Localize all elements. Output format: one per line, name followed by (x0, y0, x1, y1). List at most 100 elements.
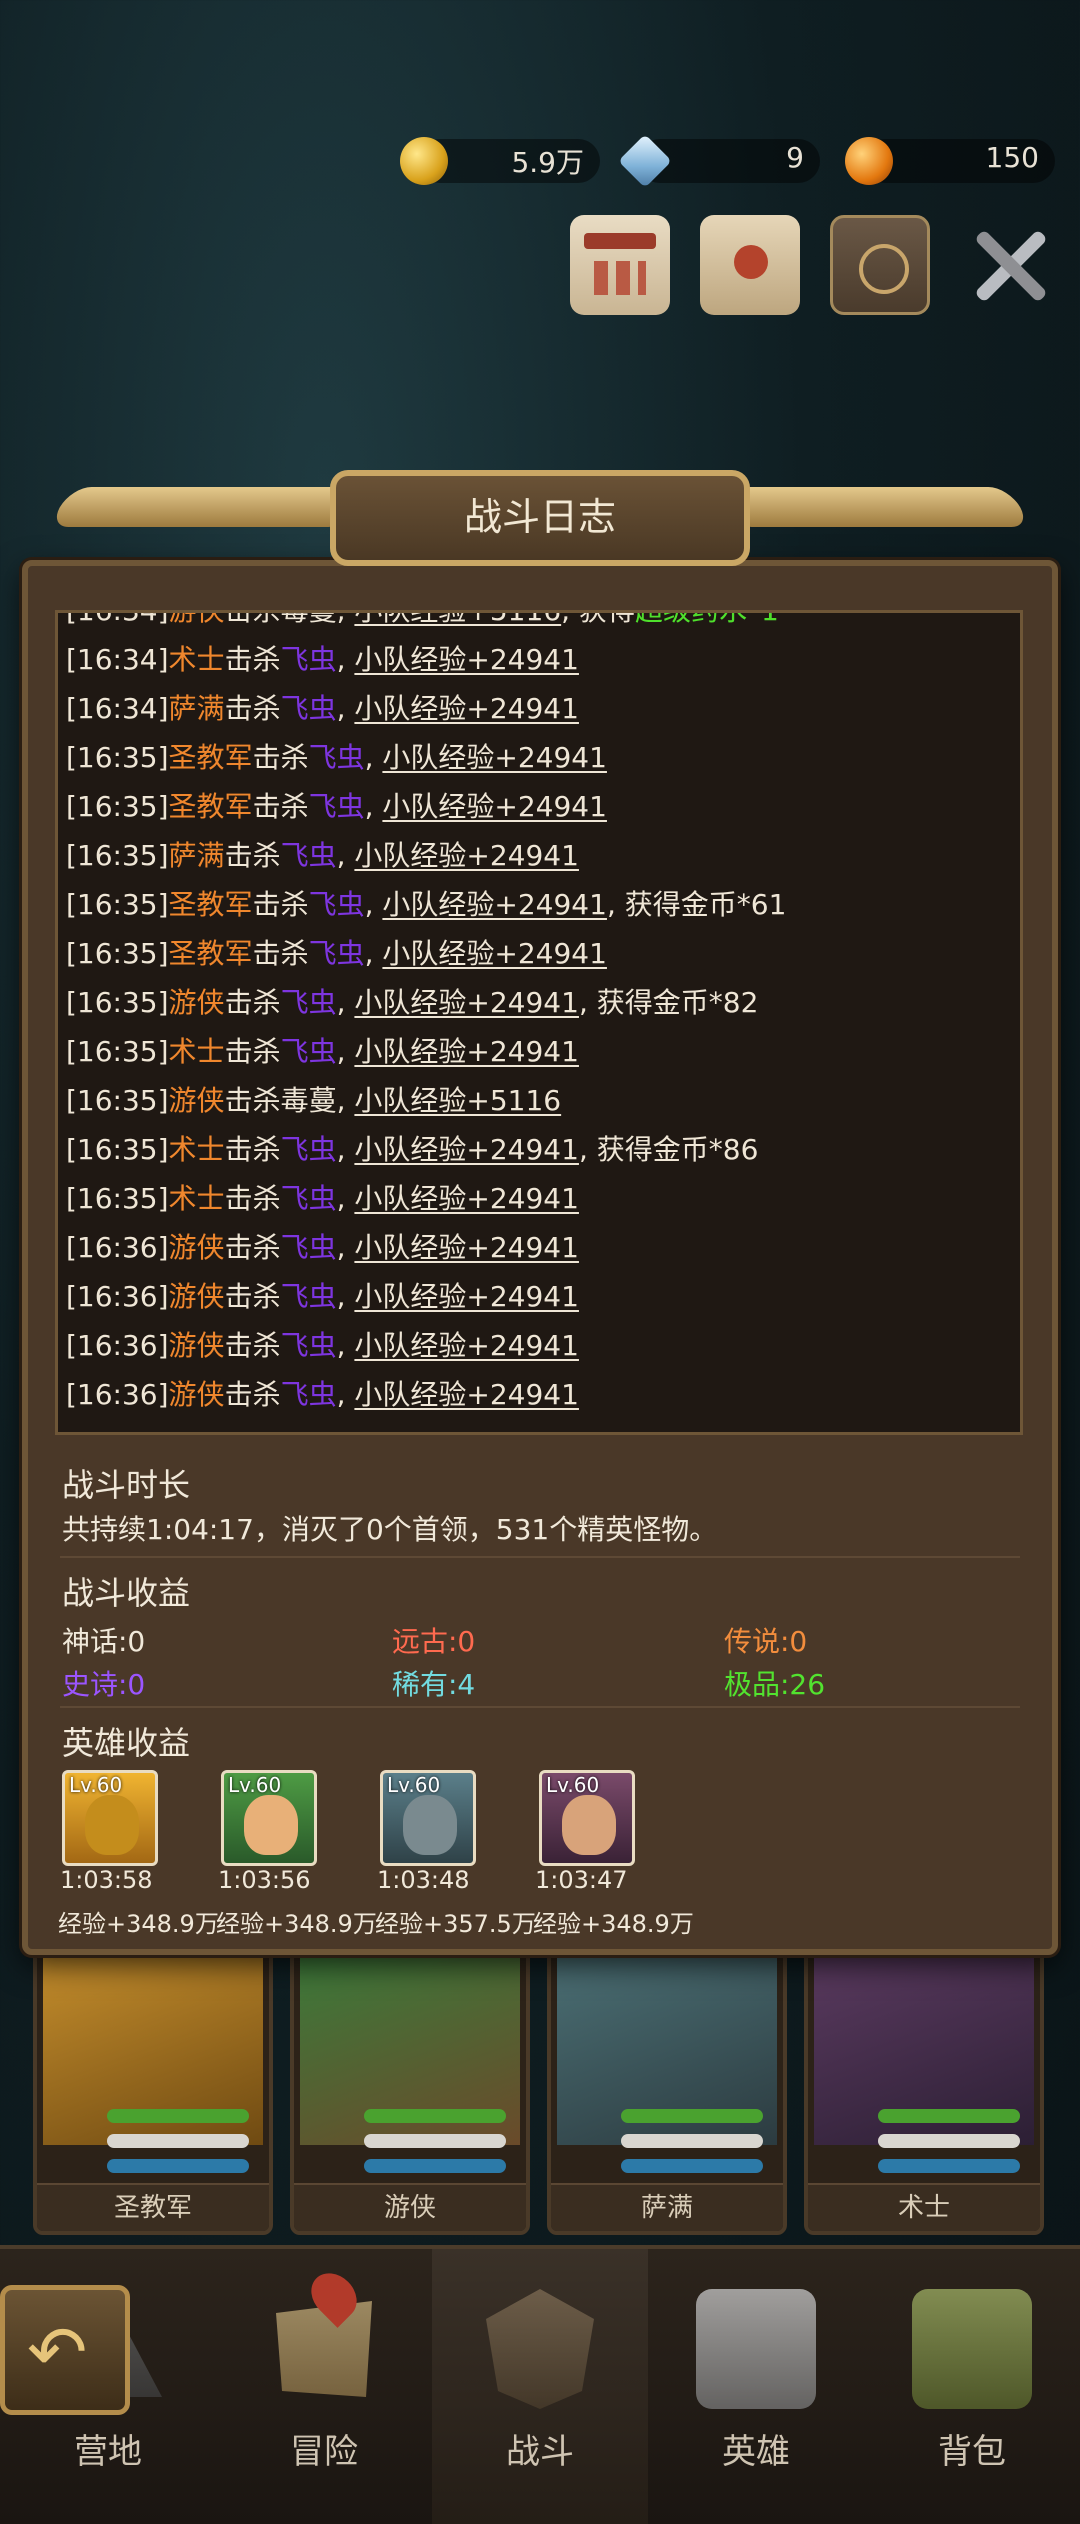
gold-value: 5.9万 (511, 146, 584, 179)
log-hero-name: 游侠 (168, 1280, 225, 1313)
nav-adventure[interactable]: 冒险 (216, 2249, 432, 2524)
nav-heroes[interactable]: 英雄 (648, 2249, 864, 2524)
log-line: [16:35]术士击杀飞虫, 小队经验+24941 (66, 1179, 579, 1219)
calendar-icon[interactable] (570, 215, 670, 315)
log-hero-name: 游侠 (168, 1329, 225, 1362)
log-separator: , (336, 1133, 355, 1166)
log-line: [16:36]游侠击杀飞虫, 小队经验+24941 (66, 1277, 579, 1317)
log-separator: , (606, 888, 625, 921)
hero-level: Lv.60 (387, 1773, 441, 1797)
log-exp: 小队经验+24941 (354, 1280, 579, 1313)
bottom-nav: 营地 冒险 战斗 英雄 背包 (0, 2245, 1080, 2524)
log-exp: 小队经验+24941 (354, 1035, 579, 1068)
log-hero-name: 术士 (168, 643, 225, 676)
log-target: 飞虫 (308, 937, 365, 970)
log-separator: , (336, 692, 355, 725)
spellbook-icon[interactable] (830, 215, 930, 315)
battle-log-list[interactable]: [16:34]游侠击杀毒蔓, 小队经验+5116, 获得超级药水*1 [16:34… (55, 610, 1023, 1435)
loot-mythic: 神话:0 (62, 1625, 146, 1658)
party-card-shaman[interactable]: 萨满 (547, 1945, 787, 2235)
helmet-icon (696, 2289, 816, 2409)
log-target: 飞虫 (280, 1133, 337, 1166)
nav-battle[interactable]: 战斗 (432, 2249, 648, 2524)
log-line: [16:35]圣教军击杀飞虫, 小队经验+24941 (66, 934, 607, 974)
log-exp: 小队经验+24941 (354, 1133, 579, 1166)
log-exp: 小队经验+5116 (354, 1084, 562, 1117)
log-exp: 小队经验+24941 (382, 937, 607, 970)
log-time: [16:35] (66, 790, 169, 823)
log-target: 飞虫 (280, 1231, 337, 1264)
orb-icon (845, 137, 893, 185)
hero-time: 1:03:56 (218, 1866, 311, 1894)
log-exp: 小队经验+24941 (354, 839, 579, 872)
log-separator: , (336, 1182, 355, 1215)
hero-exp: 经验+348.9万 (58, 1910, 219, 1938)
log-exp: 小队经验+24941 (354, 643, 579, 676)
hero-thumb-ranger[interactable]: Lv.60 (221, 1770, 317, 1866)
log-reward: 超级药水*1 (634, 610, 779, 627)
hero-thumb-crusader[interactable]: Lv.60 (62, 1770, 158, 1866)
log-separator: , (578, 1133, 597, 1166)
log-line: [16:36]游侠击杀飞虫, 小队经验+24941 (66, 1228, 579, 1268)
log-hero-name: 游侠 (168, 610, 225, 627)
mail-icon[interactable] (700, 215, 800, 315)
log-separator: , (364, 888, 383, 921)
log-line: [16:35]圣教军击杀飞虫, 小队经验+24941, 获得金币*61 (66, 885, 786, 925)
log-time: [16:35] (66, 888, 169, 921)
log-gain-prefix: 获得 (596, 986, 653, 1019)
duration-text: 共持续1:04:17，消灭了0个首领，531个精英怪物。 (62, 1513, 718, 1546)
log-verb: 击杀 (224, 1182, 281, 1215)
log-verb: 击杀 (224, 839, 281, 872)
log-separator: , (336, 643, 355, 676)
log-verb: 击杀 (224, 1329, 281, 1362)
log-hero-name: 术士 (168, 1182, 225, 1215)
log-separator: , (336, 839, 355, 872)
log-verb: 击杀 (224, 1035, 281, 1068)
log-verb: 击杀 (224, 1133, 281, 1166)
diamond-value: 9 (786, 141, 804, 174)
log-exp: 小队经验+24941 (354, 1231, 579, 1264)
log-separator: , (364, 790, 383, 823)
hero-level: Lv.60 (228, 1773, 282, 1797)
log-gain-prefix: 获得 (596, 1133, 653, 1166)
loot-superior: 极品:26 (724, 1668, 826, 1701)
log-reward: 金币*86 (652, 1133, 759, 1166)
orb-resource: 150 (845, 135, 1055, 187)
nav-backpack[interactable]: 背包 (864, 2249, 1080, 2524)
settings-tools-icon[interactable] (960, 215, 1060, 315)
party-card-warlock[interactable]: 术士 (804, 1945, 1044, 2235)
log-exp: 小队经验+24941 (354, 986, 579, 1019)
log-time: [16:36] (66, 1378, 169, 1411)
loot-title: 战斗收益 (62, 1574, 191, 1612)
back-button[interactable]: ↶ (0, 2285, 130, 2415)
log-verb: 击杀 (224, 1231, 281, 1264)
hero-thumb-shaman[interactable]: Lv.60 (380, 1770, 476, 1866)
log-time: [16:35] (66, 741, 169, 774)
dialog-title: 战斗日志 (330, 470, 750, 566)
gold-resource: 5.9万 (400, 135, 600, 187)
log-line: [16:35]圣教军击杀飞虫, 小队经验+24941 (66, 787, 607, 827)
log-target: 毒蔓 (280, 1084, 337, 1117)
log-target: 飞虫 (280, 643, 337, 676)
loot-legendary: 传说:0 (724, 1625, 808, 1658)
log-verb: 击杀 (252, 888, 309, 921)
loot-ancient: 远古:0 (392, 1625, 476, 1658)
log-hero-name: 游侠 (168, 1378, 225, 1411)
nav-label: 背包 (938, 2432, 1006, 2472)
party-card-name: 术士 (808, 2183, 1040, 2231)
hero-exp: 经验+348.9万 (216, 1910, 377, 1938)
log-separator: , (578, 986, 597, 1019)
party-card-crusader[interactable]: 圣教军 (33, 1945, 273, 2235)
log-time: [16:35] (66, 937, 169, 970)
log-reward: 金币*61 (680, 888, 787, 921)
hero-thumb-warlock[interactable]: Lv.60 (539, 1770, 635, 1866)
log-verb: 击杀 (224, 1378, 281, 1411)
log-target: 飞虫 (280, 1378, 337, 1411)
hero-time: 1:03:58 (60, 1866, 153, 1894)
log-time: [16:35] (66, 986, 169, 1019)
log-separator: , (561, 610, 579, 627)
log-separator: , (336, 610, 355, 627)
log-time: [16:35] (66, 1133, 169, 1166)
party-card-ranger[interactable]: 游侠 (290, 1945, 530, 2235)
loot-epic: 史诗:0 (62, 1668, 146, 1701)
